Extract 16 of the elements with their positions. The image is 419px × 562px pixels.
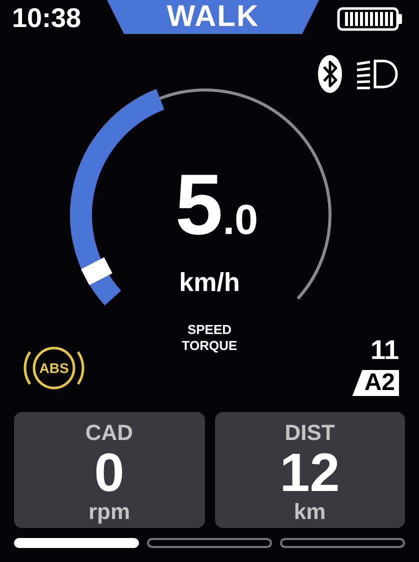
mode-banner: WALK xyxy=(107,0,320,34)
metric-label: CAD xyxy=(85,420,134,446)
metric-unit: km xyxy=(294,500,326,524)
metric-value: 0 xyxy=(94,446,124,500)
metric-value: 12 xyxy=(280,446,340,500)
sensor-mode-label: SPEED xyxy=(187,322,232,338)
speed-unit: km/h xyxy=(179,267,240,297)
clock-time: 10:38 xyxy=(12,2,82,35)
speed-reading: 5.0 xyxy=(175,160,258,255)
sensor-mode-label: TORQUE xyxy=(182,338,238,354)
bluetooth-icon xyxy=(317,54,343,94)
battery-icon xyxy=(337,7,403,31)
assist-level: 11 xyxy=(370,336,399,364)
metric-label: DIST xyxy=(284,420,335,446)
assist-mode-badge: A2 xyxy=(352,370,399,396)
metric-unit: rpm xyxy=(88,500,130,524)
